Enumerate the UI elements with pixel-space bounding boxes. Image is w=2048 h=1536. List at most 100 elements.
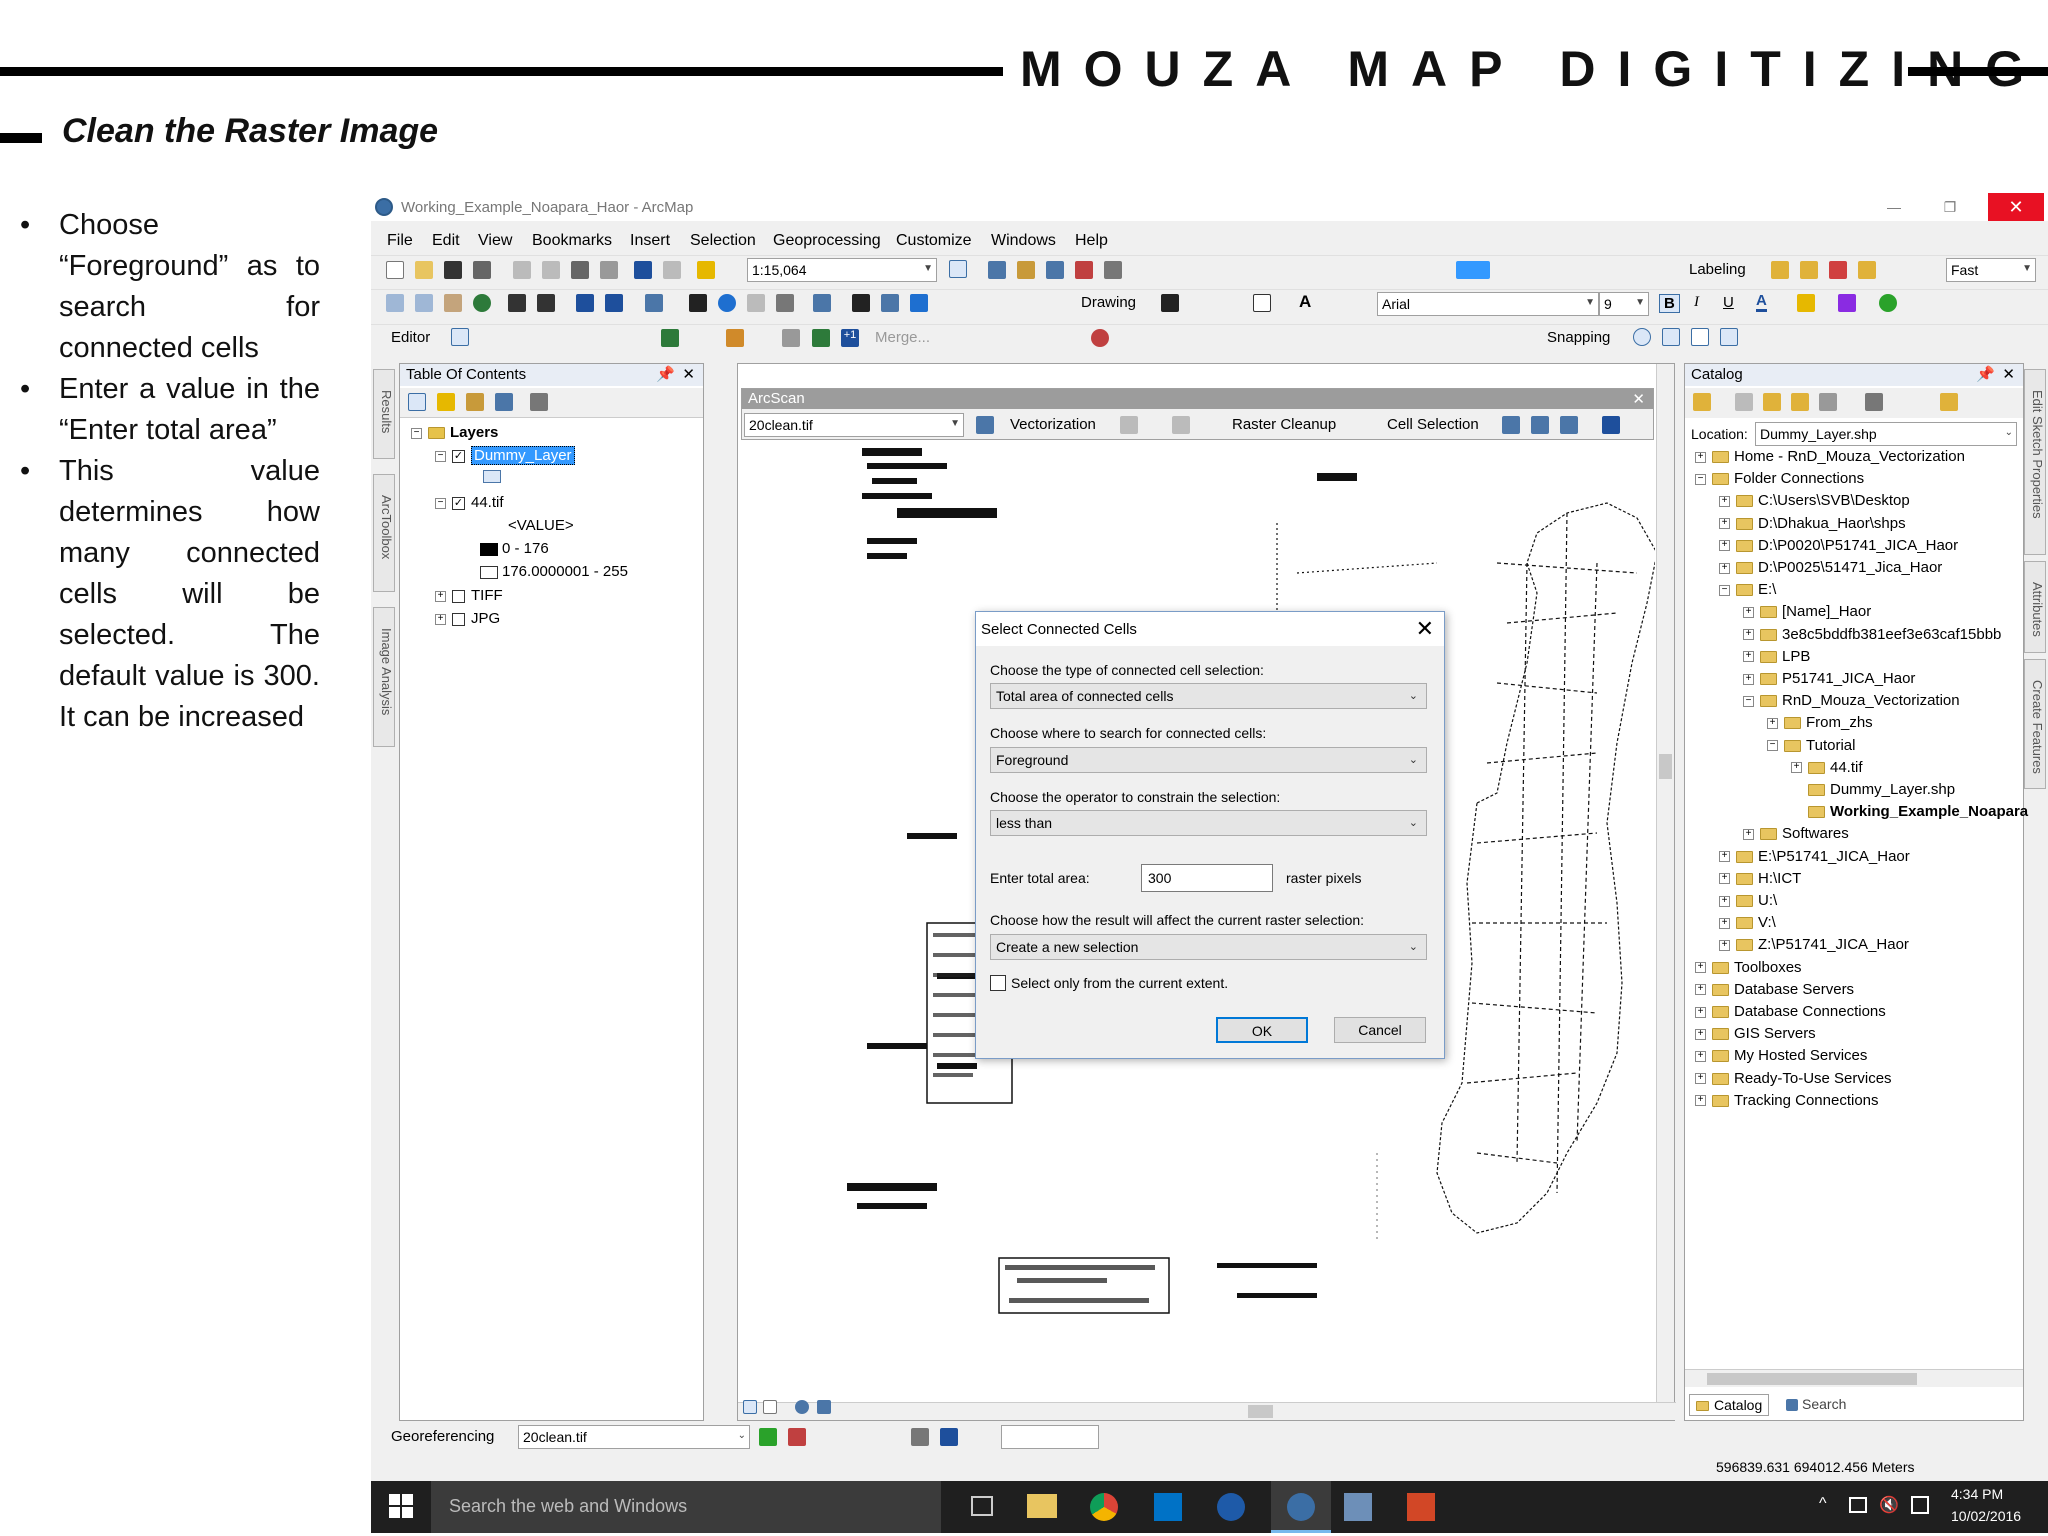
text-tool-icon[interactable]: A: [1299, 292, 1311, 312]
outlook-icon[interactable]: [1154, 1493, 1182, 1521]
layout-view-icon[interactable]: [763, 1400, 777, 1414]
search-tab[interactable]: Search: [1780, 1394, 1852, 1414]
expand-toggle-icon[interactable]: +: [1719, 939, 1730, 951]
font-color-icon[interactable]: A: [1756, 292, 1767, 312]
catalog-tree-item[interactable]: + From_zhs: [1767, 714, 1873, 731]
expand-toggle-icon[interactable]: +: [1695, 1028, 1706, 1040]
list-by-selection-icon[interactable]: [495, 393, 513, 411]
snapping-menu[interactable]: Snapping: [1547, 329, 1610, 346]
catalog-forward-icon[interactable]: [1735, 393, 1753, 411]
editor-toolbar-icon[interactable]: [949, 260, 967, 278]
view-unplaced-labels-icon[interactable]: [1829, 261, 1847, 279]
link-table-icon[interactable]: [911, 1428, 929, 1446]
paste-icon[interactable]: [571, 261, 589, 279]
menu-help[interactable]: Help: [1075, 232, 1108, 250]
current-extent-checkbox[interactable]: [990, 975, 1006, 991]
print-icon[interactable]: [473, 261, 491, 279]
expand-toggle-icon[interactable]: +: [1743, 651, 1754, 663]
result-effect-select[interactable]: Create a new selection ⌄: [990, 934, 1427, 960]
georeferencing-menu[interactable]: Georeferencing: [391, 1428, 494, 1445]
table-of-contents-icon[interactable]: [988, 261, 1006, 279]
powerpoint-icon[interactable]: [1407, 1493, 1435, 1521]
map-vertical-scrollbar[interactable]: [1656, 364, 1674, 1404]
arctoolbox-icon[interactable]: [1075, 261, 1093, 279]
redo-icon[interactable]: [663, 261, 681, 279]
expand-toggle-icon[interactable]: −: [1719, 584, 1730, 596]
catalog-tree-item[interactable]: + My Hosted Services: [1695, 1047, 1867, 1064]
raster-painting-icon[interactable]: [1172, 416, 1190, 434]
menu-customize[interactable]: Customize: [896, 232, 972, 250]
map-horizontal-scrollbar[interactable]: [738, 1402, 1676, 1420]
up-one-level-icon[interactable]: [1763, 393, 1781, 411]
html-popup-icon[interactable]: [776, 294, 794, 312]
catalog-tree-item[interactable]: + Toolboxes: [1695, 959, 1802, 976]
image-analysis-tab[interactable]: Image Analysis: [373, 607, 395, 747]
catalog-tree-item[interactable]: + Database Servers: [1695, 981, 1854, 998]
line-color-icon[interactable]: [1838, 294, 1856, 312]
merge-button[interactable]: Merge...: [875, 329, 930, 346]
catalog-tree-item[interactable]: + Ready-To-Use Services: [1695, 1070, 1892, 1087]
dummy-layer-node[interactable]: − ✓ Dummy_Layer: [435, 446, 575, 465]
toc-options-icon[interactable]: [530, 393, 548, 411]
jpg-layer-node[interactable]: + JPG: [435, 610, 500, 627]
copy-icon[interactable]: [542, 261, 560, 279]
raster-cleanup-menu[interactable]: Raster Cleanup: [1232, 416, 1336, 433]
color-swatch-icon[interactable]: [1456, 261, 1490, 279]
sketch-properties-icon[interactable]: [812, 329, 830, 347]
fixed-zoom-in-icon[interactable]: [508, 294, 526, 312]
list-by-drawing-order-icon[interactable]: [408, 393, 426, 411]
catalog-tree-item[interactable]: + [Name]_Haor: [1743, 603, 1871, 620]
expand-toggle-icon[interactable]: +: [1719, 540, 1730, 552]
pan-icon[interactable]: [444, 294, 462, 312]
total-area-input[interactable]: 300: [1141, 864, 1273, 892]
attributes-tab[interactable]: Attributes: [2024, 561, 2046, 653]
google-earth-icon[interactable]: [1217, 1493, 1245, 1521]
topology-edit-icon[interactable]: [661, 329, 679, 347]
tray-chevron-icon[interactable]: ^: [1819, 1495, 1827, 1513]
select-elements-draw-icon[interactable]: [1161, 294, 1179, 312]
catalog-tree-item[interactable]: + Z:\P51741_JICA_Haor: [1719, 936, 1909, 953]
pin-icon[interactable]: 📌: [656, 365, 675, 383]
data-view-icon[interactable]: [743, 1400, 757, 1414]
catalog-tab[interactable]: Catalog: [1689, 1394, 1770, 1416]
catalog-tree-item[interactable]: Working_Example_Noapara: [1791, 803, 2028, 820]
map-scale-combo[interactable]: 1:15,064 ▼: [747, 258, 937, 282]
layers-node[interactable]: − Layers: [411, 424, 498, 441]
add-control-points-icon[interactable]: [759, 1428, 777, 1446]
search-window-icon[interactable]: [1046, 261, 1064, 279]
expand-toggle-icon[interactable]: +: [1719, 895, 1730, 907]
open-icon[interactable]: [415, 261, 433, 279]
minimize-button[interactable]: —: [1871, 193, 1917, 221]
edit-tool-icon[interactable]: [451, 328, 469, 346]
connect-folder-icon[interactable]: [1819, 393, 1837, 411]
expand-toggle-icon[interactable]: +: [1719, 851, 1730, 863]
ok-button[interactable]: OK: [1216, 1017, 1308, 1043]
undo-icon[interactable]: [634, 261, 652, 279]
catalog-tree-item[interactable]: + P51741_JICA_Haor: [1743, 670, 1915, 687]
expand-toggle-icon[interactable]: +: [1719, 495, 1730, 507]
arcmap-taskbar-button[interactable]: [1271, 1481, 1331, 1533]
italic-button[interactable]: I: [1694, 294, 1699, 311]
rotate-input[interactable]: [1001, 1425, 1099, 1449]
vertex-snapping-icon[interactable]: [1691, 328, 1709, 346]
vectorization-menu[interactable]: Vectorization: [1010, 416, 1096, 433]
expand-toggle-icon[interactable]: −: [1767, 740, 1778, 752]
tiff-layer-node[interactable]: + TIFF: [435, 587, 503, 604]
expand-toggle-icon[interactable]: +: [1695, 984, 1706, 996]
menu-selection[interactable]: Selection: [690, 232, 756, 250]
expand-toggle-icon[interactable]: +: [1791, 762, 1802, 774]
cell-selection-target-icon[interactable]: [1602, 416, 1620, 434]
underline-button[interactable]: U: [1723, 294, 1734, 311]
menu-insert[interactable]: Insert: [630, 232, 670, 250]
expand-toggle-icon[interactable]: +: [1719, 518, 1730, 530]
add-data-icon[interactable]: [697, 261, 715, 279]
marker-color-icon[interactable]: [1879, 294, 1897, 312]
catalog-tree-item[interactable]: + Database Connections: [1695, 1003, 1886, 1020]
expand-toggle-icon[interactable]: +: [1719, 562, 1730, 574]
refresh-icon[interactable]: [795, 1400, 809, 1414]
cut-icon[interactable]: [513, 261, 531, 279]
raster-snapping-icon[interactable]: [976, 416, 994, 434]
labeling-menu[interactable]: Labeling: [1689, 261, 1746, 278]
catalog-tree-item[interactable]: + GIS Servers: [1695, 1025, 1816, 1042]
expand-toggle-icon[interactable]: +: [1695, 1095, 1706, 1107]
